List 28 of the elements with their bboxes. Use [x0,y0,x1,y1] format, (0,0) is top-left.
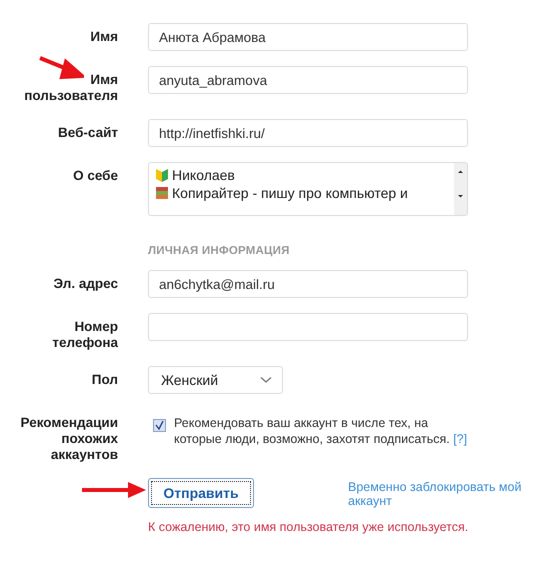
scroll-down-icon[interactable] [456,193,465,199]
leaf-icon [155,167,169,183]
field-label: Эл. адрес [53,276,118,293]
text-field[interactable]: Анюта Абрамова [148,23,468,51]
about-text-line: Николаев [172,166,235,184]
field-label: О себе [73,168,118,184]
field-label: Имя [90,29,118,46]
field-label: Рекомендации похожих аккаунтов [20,415,118,463]
text-field[interactable]: an6chytka@mail.ru [148,270,468,298]
text-field[interactable] [148,313,468,341]
text-field[interactable]: anyuta_abramova [148,66,468,94]
checkbox-text: Рекомендовать ваш аккаунт в числе тех, на которые люди, возможно, захотят подписаться. [?] [174,415,468,447]
about-text-line: Копирайтер - пишу про компьютер и [172,184,408,202]
checkbox[interactable] [153,419,166,432]
chevron-down-icon [260,376,272,384]
error-message: К сожалению, это имя пользователя уже используется. [148,520,468,534]
field-label: Пол [92,372,118,389]
text-field[interactable]: http://inetfishki.ru/ [148,119,468,147]
field-label: Веб-сайт [58,125,118,142]
field-label: Номер телефона [51,319,118,351]
books-icon [155,185,169,201]
scrollbar[interactable] [454,163,467,215]
scroll-up-icon[interactable] [456,169,465,175]
text-area[interactable]: Николаев Копирайтер - пишу про компьютер и [148,162,468,216]
field-label: Имя пользователя [23,72,118,104]
section-heading: ЛИЧНАЯ ИНФОРМАЦИЯ [148,245,291,257]
gender-dropdown[interactable]: Женский [148,366,283,394]
submit-button[interactable]: Отправить [148,478,254,508]
